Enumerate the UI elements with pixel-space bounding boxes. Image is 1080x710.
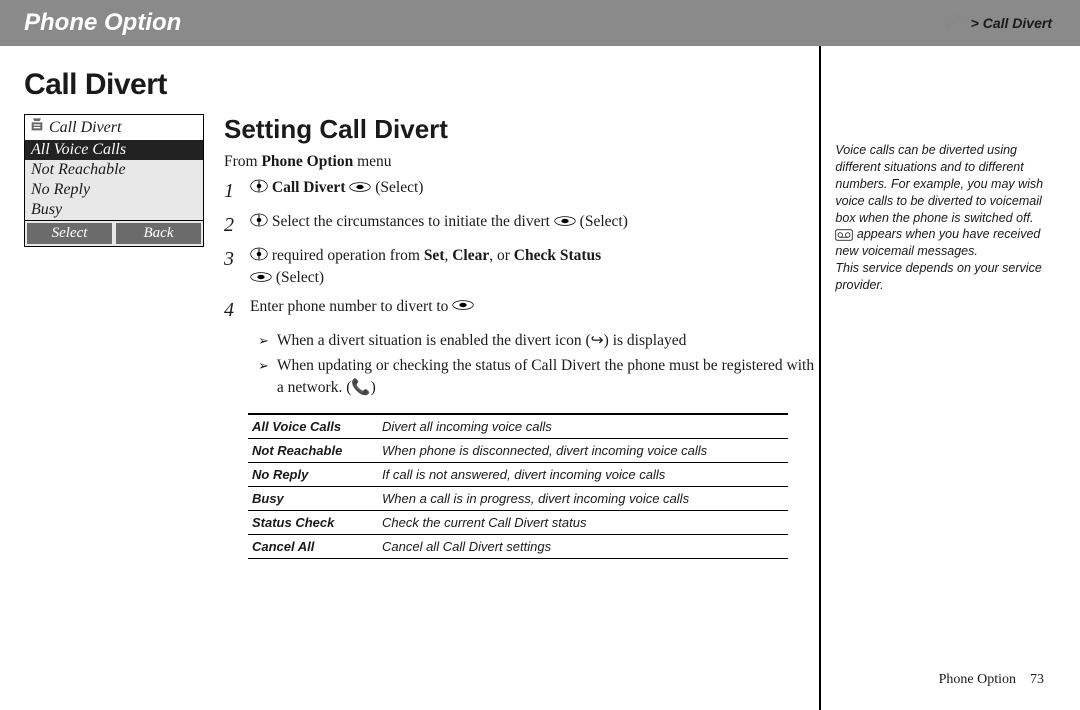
definitions-table: All Voice CallsDivert all incoming voice… — [248, 413, 788, 559]
page-footer: Phone Option 73 — [939, 672, 1044, 688]
footer-label: Phone Option — [939, 672, 1016, 687]
section-subtitle: Setting Call Divert — [224, 114, 819, 145]
phone-row: Not Reachable — [25, 160, 203, 180]
bullet-icon: ➢ — [258, 355, 269, 398]
notes-list: ➢When a divert situation is enabled the … — [224, 330, 819, 399]
table-row: Not ReachableWhen phone is disconnected,… — [248, 438, 788, 462]
nav-key-icon — [250, 178, 268, 200]
voicemail-icon — [835, 227, 853, 241]
phone-title-icon — [29, 117, 45, 138]
vertical-divider — [819, 46, 821, 710]
nav-key-icon — [250, 246, 268, 268]
phone-row-selected: All Voice Calls — [25, 140, 203, 160]
section-title: Phone Option — [24, 9, 181, 37]
nav-key-icon — [250, 212, 268, 234]
action-key-icon — [250, 268, 272, 290]
step-item: 1 Call Divert (Select) — [224, 177, 819, 205]
note-item: ➢When updating or checking the status of… — [258, 355, 819, 398]
from-line: From Phone Option menu — [224, 153, 819, 171]
action-key-icon — [452, 296, 474, 318]
wrench-icon — [943, 10, 965, 37]
action-key-icon — [349, 178, 371, 200]
step-item: 4 Enter phone number to divert to — [224, 296, 819, 324]
page-title: Call Divert — [24, 68, 819, 102]
step-item: 3 required operation from Set, Clear, or… — [224, 245, 819, 290]
breadcrumb-area: > Call Divert — [943, 0, 1052, 46]
phone-row: Busy — [25, 200, 203, 220]
softkey-right: Back — [114, 221, 203, 246]
breadcrumb-text: > Call Divert — [971, 15, 1052, 31]
table-row: Cancel AllCancel all Call Divert setting… — [248, 534, 788, 558]
side-note: Voice calls can be diverted using differ… — [835, 62, 1080, 710]
table-row: No ReplyIf call is not answered, divert … — [248, 462, 788, 486]
table-row: BusyWhen a call is in progress, divert i… — [248, 486, 788, 510]
phone-screenshot: Call Divert All Voice Calls Not Reachabl… — [24, 114, 202, 559]
table-row: Status CheckCheck the current Call Diver… — [248, 510, 788, 534]
phone-row: No Reply — [25, 180, 203, 200]
phone-title: Call Divert — [49, 119, 121, 137]
softkey-left: Select — [25, 221, 114, 246]
table-row: All Voice CallsDivert all incoming voice… — [248, 414, 788, 439]
steps-list: 1 Call Divert (Select) 2 Select the cir — [224, 177, 819, 324]
bullet-icon: ➢ — [258, 330, 269, 352]
note-item: ➢When a divert situation is enabled the … — [258, 330, 819, 352]
page-number: 73 — [1030, 672, 1044, 687]
header-bar: Phone Option > Call Divert — [0, 0, 1080, 46]
action-key-icon — [554, 212, 576, 234]
step-item: 2 Select the circumstances to initiate t… — [224, 211, 819, 239]
